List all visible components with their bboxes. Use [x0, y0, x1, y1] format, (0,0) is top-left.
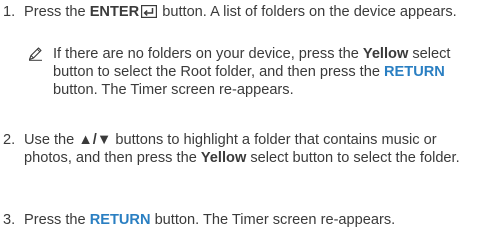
step-text-part: Press the	[24, 4, 90, 20]
step-3: 3. Press the RETURN button. The Timer sc…	[3, 211, 480, 229]
step-text: Use the ▲/▼ buttons to highlight a folde…	[24, 131, 480, 167]
step-text-part: button. A list of folders on the device …	[158, 4, 457, 20]
step-2: 2. Use the ▲/▼ buttons to highlight a fo…	[3, 131, 480, 167]
yellow-button-label: Yellow	[362, 46, 409, 62]
return-button-label: RETURN	[384, 64, 445, 80]
step-text: Press the ENTER button. A list of folder…	[24, 3, 480, 21]
yellow-button-label: Yellow	[200, 150, 247, 166]
note-text-part: If there are no folders on your device, …	[53, 46, 363, 62]
enter-icon	[141, 5, 158, 18]
return-button-label: RETURN	[89, 212, 151, 228]
enter-button-label: ENTER	[89, 4, 140, 20]
step-number: 1.	[3, 4, 16, 20]
step-1: 1. Press the ENTER button. A list of fol…	[3, 3, 480, 21]
step-text-part: Press the	[24, 212, 90, 228]
note-text: If there are no folders on your device, …	[53, 45, 480, 99]
step-text-part: select button to select the folder.	[246, 150, 460, 166]
pencil-note-icon	[28, 47, 42, 61]
note: If there are no folders on your device, …	[28, 45, 480, 99]
up-down-arrows-label: ▲/▼	[78, 132, 112, 148]
step-text-part: Use the	[24, 132, 79, 148]
step-text-part: button. The Timer screen re-appears.	[150, 212, 396, 228]
step-number: 2.	[3, 132, 16, 148]
note-text-part: button. The Timer screen re-appears.	[53, 82, 294, 98]
step-text: Press the RETURN button. The Timer scree…	[24, 211, 480, 229]
step-number: 3.	[3, 212, 16, 228]
